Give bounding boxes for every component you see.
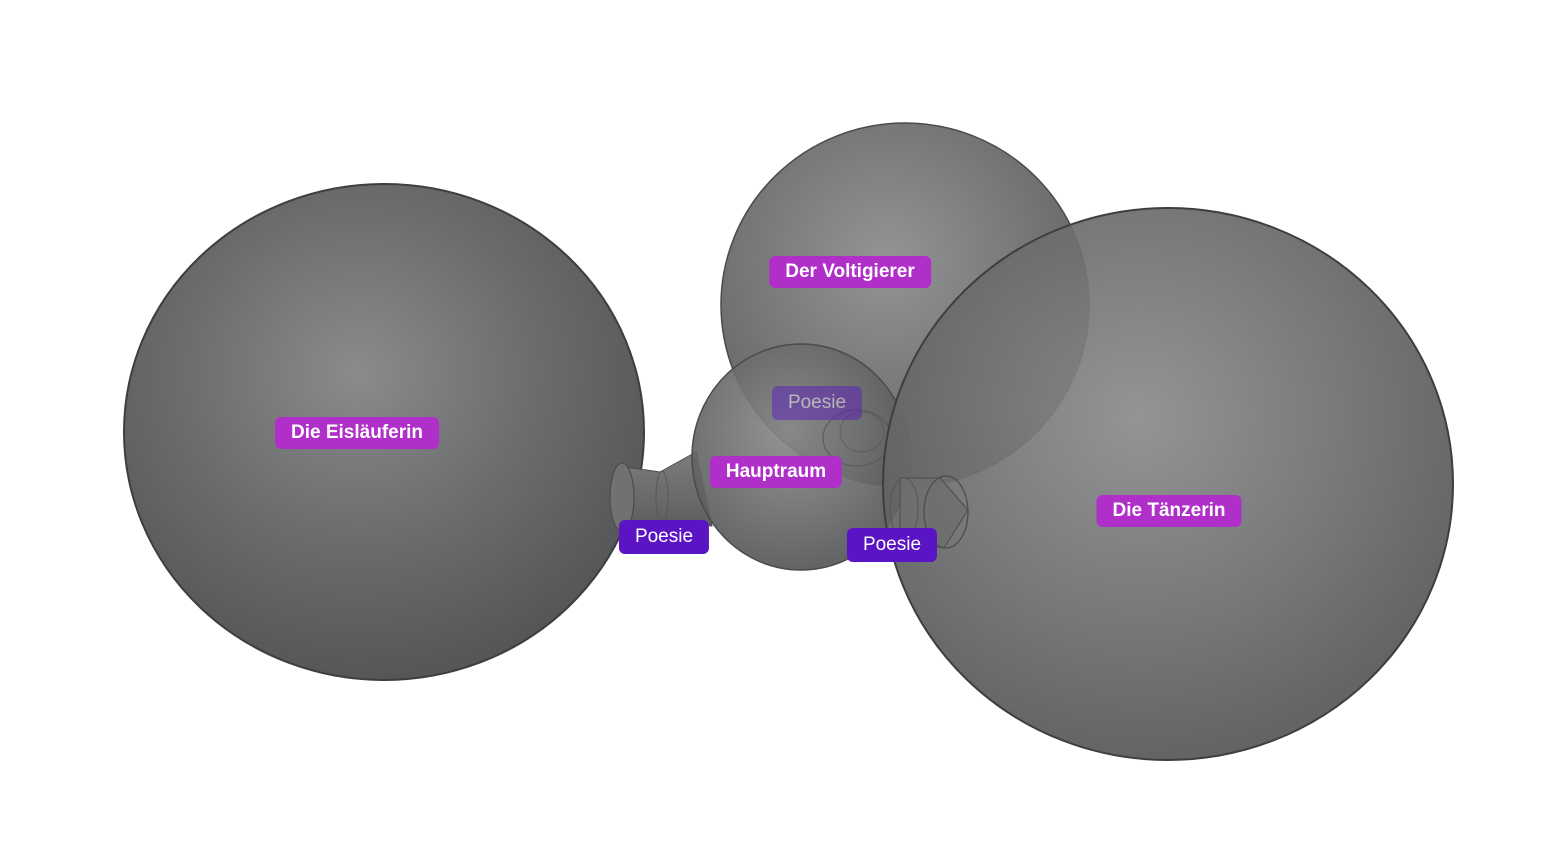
room-label-taenzerin[interactable]: Die Tänzerin	[1096, 495, 1242, 527]
room-graph-scene	[123, 122, 1454, 761]
room-label-hauptraum[interactable]: Hauptraum	[709, 456, 843, 488]
room-label-voltigierer[interactable]: Der Voltigierer	[769, 256, 931, 288]
portal-label-poesie-eislaeuferin[interactable]: Poesie	[618, 520, 710, 554]
room-label-eislaeuferin[interactable]: Die Eisläuferin	[275, 417, 439, 449]
portal-label-poesie-voltigierer[interactable]: Poesie	[771, 386, 863, 420]
sphere-taenzerin[interactable]	[882, 207, 1454, 761]
portal-label-poesie-taenzerin[interactable]: Poesie	[846, 528, 938, 562]
